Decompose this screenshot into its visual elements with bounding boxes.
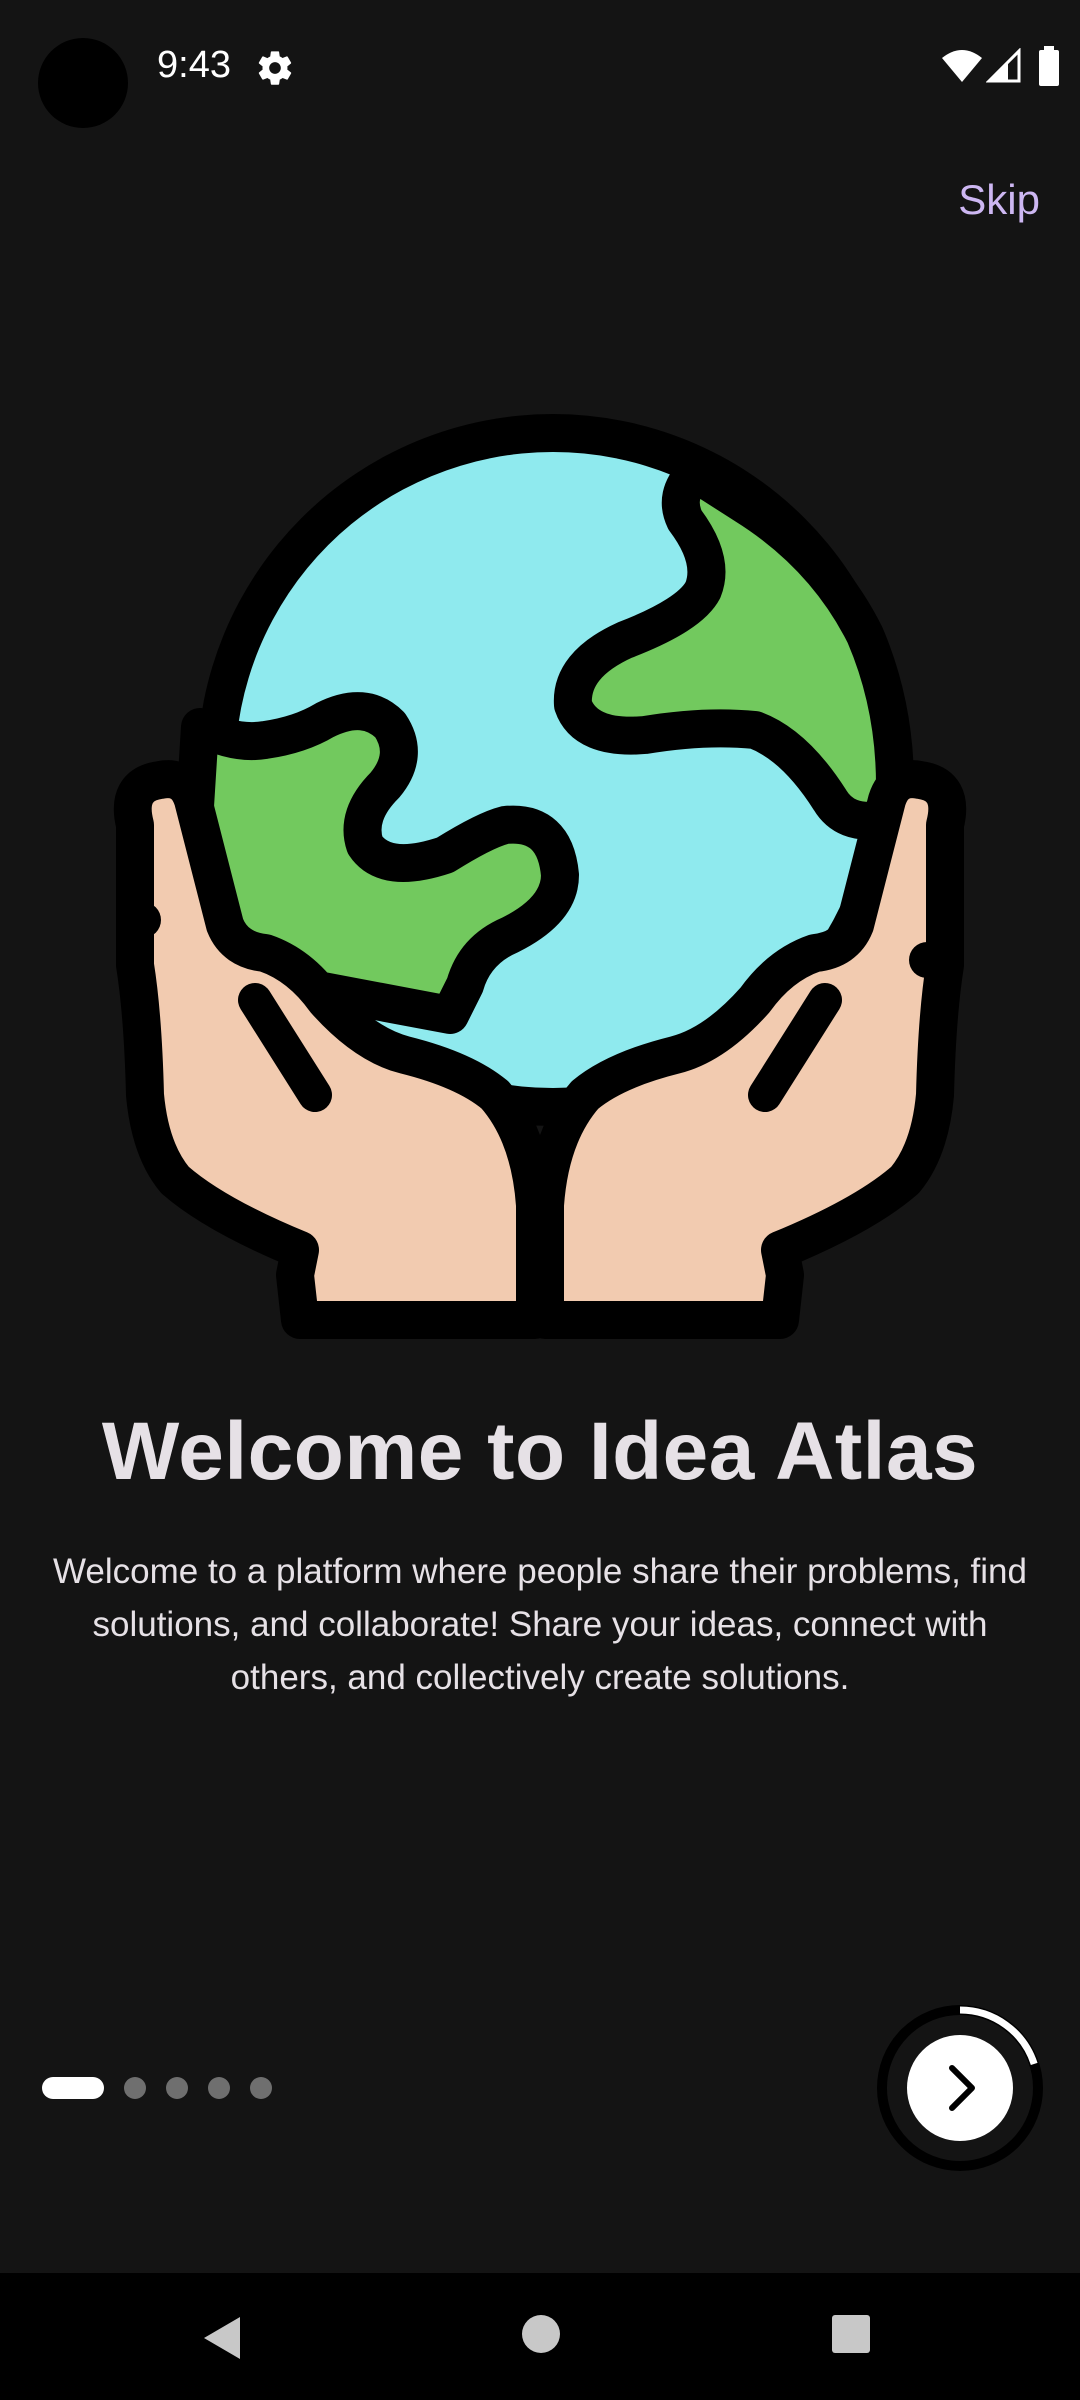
camera-cutout [38, 38, 128, 128]
chevron-right-icon [949, 2065, 975, 2111]
settings-icon [258, 51, 292, 85]
recents-icon[interactable] [830, 2313, 872, 2355]
page-dot-active[interactable] [42, 2077, 104, 2099]
page-dot[interactable] [124, 2077, 146, 2099]
status-time: 9:43 [157, 44, 231, 86]
navigation-bar [0, 2273, 1080, 2400]
page-dot[interactable] [250, 2077, 272, 2099]
back-icon[interactable] [200, 2313, 244, 2363]
hands-holding-globe-illustration [113, 414, 967, 1339]
next-button[interactable] [907, 2035, 1013, 2141]
page-dot[interactable] [166, 2077, 188, 2099]
battery-icon [1039, 46, 1059, 86]
home-icon[interactable] [520, 2313, 562, 2355]
skip-button[interactable]: Skip [958, 172, 1040, 228]
onboarding-title: Welcome to Idea Atlas [101, 1406, 979, 1497]
next-button-container [876, 2004, 1044, 2172]
wifi-icon [942, 50, 982, 82]
onboarding-description: Welcome to a platform where people share… [52, 1552, 1027, 1697]
status-bar: 9:43 [0, 0, 1080, 135]
signal-icon [986, 48, 1021, 83]
onboarding-screen: 9:43 Skip Welcome to Idea Atlas Welcome … [0, 0, 1080, 2400]
page-indicator [42, 2077, 292, 2099]
page-dot[interactable] [208, 2077, 230, 2099]
